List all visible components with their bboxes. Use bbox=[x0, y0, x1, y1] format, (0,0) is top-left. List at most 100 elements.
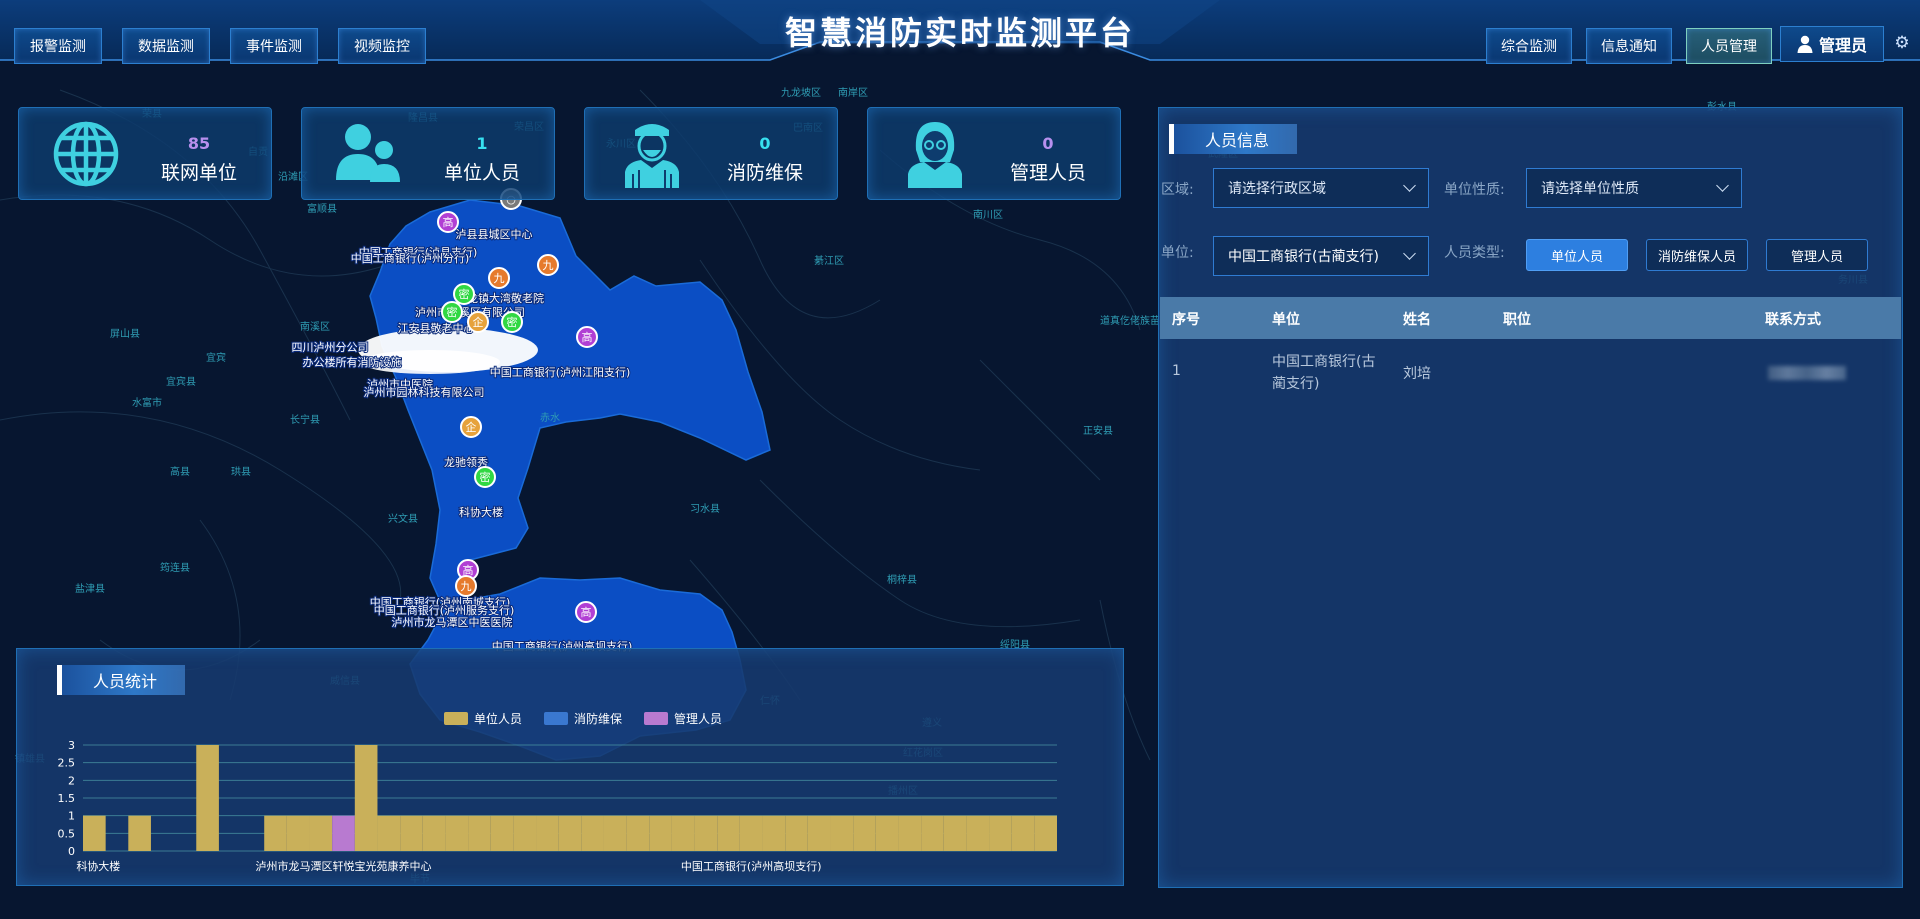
table-header: 序号 单位 姓名 职位 联系方式 bbox=[1160, 297, 1901, 339]
y-tick-label: 2 bbox=[68, 774, 75, 787]
x-tick-label: 科协大楼 bbox=[76, 859, 120, 873]
bar-单位人员[interactable] bbox=[853, 815, 876, 851]
bar-单位人员[interactable] bbox=[128, 815, 151, 851]
chevron-down-icon bbox=[1403, 247, 1416, 260]
legend-label: 管理人员 bbox=[674, 711, 722, 726]
nav-data-monitor[interactable]: 数据监测 bbox=[122, 28, 210, 64]
bar-单位人员[interactable] bbox=[581, 815, 604, 851]
chevron-down-icon bbox=[1716, 179, 1729, 192]
bar-单位人员[interactable] bbox=[354, 745, 378, 851]
cell-name: 刘培 bbox=[1403, 366, 1431, 382]
bar-单位人员[interactable] bbox=[264, 815, 287, 851]
bar-单位人员[interactable] bbox=[286, 815, 310, 851]
staff-bar-chart[interactable]: 单位人员 消防维保 管理人员 0 0.5 1 1.5 2 2.5 3 科协大楼 泸州市龙马潭区轩悦宝光… bbox=[17, 649, 1125, 887]
map-place-label: 宜宾 bbox=[206, 351, 226, 364]
bar-单位人员[interactable] bbox=[558, 815, 582, 851]
type-unit-staff-button[interactable]: 单位人员 bbox=[1526, 239, 1628, 271]
bar-单位人员[interactable] bbox=[1034, 815, 1057, 851]
region-select[interactable]: 请选择行政区域 bbox=[1213, 168, 1429, 208]
map-marker[interactable]: 密 bbox=[453, 283, 475, 305]
bar-单位人员[interactable] bbox=[536, 815, 559, 851]
map-marker[interactable]: 密 bbox=[501, 311, 523, 333]
nav-alarm-monitor[interactable]: 报警监测 bbox=[14, 28, 102, 64]
unit-select[interactable]: 中国工商银行(古蔺支行) bbox=[1213, 236, 1429, 276]
y-tick-label: 0.5 bbox=[58, 827, 76, 840]
stat-label-managers: 管理人员 bbox=[1009, 162, 1086, 184]
nav-overall-monitor[interactable]: 综合监测 bbox=[1486, 28, 1572, 64]
bar-单位人员[interactable] bbox=[309, 815, 333, 851]
bar-管理人员[interactable] bbox=[332, 815, 355, 851]
unit-nature-select[interactable]: 请选择单位性质 bbox=[1526, 168, 1742, 208]
map-marker[interactable]: 九 bbox=[488, 267, 510, 289]
nav-notifications[interactable]: 信息通知 bbox=[1586, 28, 1672, 64]
user-menu[interactable]: 管理员 bbox=[1780, 26, 1884, 62]
nav-personnel-management[interactable]: 人员管理 bbox=[1686, 28, 1772, 64]
chevron-down-icon bbox=[1403, 179, 1416, 192]
nav-event-monitor[interactable]: 事件监测 bbox=[230, 28, 318, 64]
bar-单位人员[interactable] bbox=[694, 815, 718, 851]
map-marker[interactable]: 九 bbox=[537, 254, 559, 276]
bar-单位人员[interactable] bbox=[830, 815, 854, 851]
region-label: 区域: bbox=[1161, 182, 1194, 198]
staff-stats-panel: 人员统计 单位人员 消防维保 管理人员 0 0.5 1 1.5 2 2.5 3 科协大楼 泸州市龙马潭… bbox=[16, 648, 1124, 886]
map-place-label: 水富市 bbox=[132, 396, 162, 409]
bar-单位人员[interactable] bbox=[762, 815, 786, 851]
bar-单位人员[interactable] bbox=[1011, 815, 1035, 851]
bar-单位人员[interactable] bbox=[445, 815, 469, 851]
bar-单位人员[interactable] bbox=[422, 815, 446, 851]
bar-单位人员[interactable] bbox=[807, 815, 831, 851]
map-marker[interactable]: 密 bbox=[441, 301, 463, 323]
map-place-label: 高县 bbox=[170, 465, 190, 478]
bar-单位人员[interactable] bbox=[921, 815, 944, 851]
bar-单位人员[interactable] bbox=[468, 815, 491, 851]
unit-select-value: 中国工商银行(古蔺支行) bbox=[1228, 249, 1379, 265]
map-marker[interactable]: 高 bbox=[576, 326, 598, 348]
map-place-label: 南岸区 bbox=[838, 86, 868, 99]
type-manager-button[interactable]: 管理人员 bbox=[1766, 239, 1868, 271]
bar-单位人员[interactable] bbox=[603, 815, 627, 851]
nav-video-monitor[interactable]: 视频监控 bbox=[338, 28, 426, 64]
map-place-label: 珙县 bbox=[231, 466, 251, 478]
map-place-label: 正安县 bbox=[1083, 424, 1113, 437]
map-marker[interactable]: 高 bbox=[575, 601, 597, 623]
bar-单位人员[interactable] bbox=[649, 815, 672, 851]
map-marker-label: 密 bbox=[480, 470, 491, 484]
map-marker-label: 高 bbox=[582, 330, 593, 344]
type-maintenance-button[interactable]: 消防维保人员 bbox=[1646, 239, 1748, 271]
manager-icon bbox=[908, 122, 962, 188]
bar-单位人员[interactable] bbox=[739, 815, 763, 851]
bar-单位人员[interactable] bbox=[490, 815, 514, 851]
bar-单位人员[interactable] bbox=[898, 815, 922, 851]
map-marker[interactable]: 高 bbox=[437, 211, 459, 233]
bar-单位人员[interactable] bbox=[83, 815, 106, 851]
bar-单位人员[interactable] bbox=[626, 815, 650, 851]
map-marker[interactable]: 九 bbox=[455, 575, 477, 597]
map-place-label: 富顺县 bbox=[307, 202, 337, 215]
map-marker-label: 九 bbox=[494, 272, 505, 285]
map-marker[interactable]: 企 bbox=[460, 416, 482, 438]
chart-legend: 单位人员 消防维保 管理人员 bbox=[444, 711, 722, 726]
bar-单位人员[interactable] bbox=[875, 815, 899, 851]
bar-单位人员[interactable] bbox=[196, 745, 219, 851]
bar-单位人员[interactable] bbox=[966, 815, 990, 851]
bar-单位人员[interactable] bbox=[717, 815, 740, 851]
map-place-label: 桐梓县 bbox=[887, 573, 917, 586]
bar-单位人员[interactable] bbox=[377, 815, 401, 851]
map-marker[interactable]: 企 bbox=[467, 311, 489, 333]
table-row[interactable]: 1 中国工商银行(古蔺支行) 刘培 bbox=[1160, 339, 1901, 399]
map-marker-label: 密 bbox=[459, 287, 470, 301]
bar-单位人员[interactable] bbox=[989, 815, 1012, 851]
bar-单位人员[interactable] bbox=[513, 815, 537, 851]
bar-单位人员[interactable] bbox=[943, 815, 967, 851]
cell-no: 1 bbox=[1172, 363, 1181, 379]
bar-单位人员[interactable] bbox=[400, 815, 423, 851]
col-name: 姓名 bbox=[1403, 312, 1431, 328]
map-marker-label: 企 bbox=[473, 315, 484, 329]
gear-icon[interactable]: ⚙ bbox=[1893, 34, 1911, 52]
map-marker[interactable]: 密 bbox=[474, 466, 496, 488]
worker-icon bbox=[625, 124, 679, 188]
stat-value-unit-staff: 1 bbox=[476, 134, 488, 153]
stat-card-units: 85 联网单位 bbox=[18, 107, 272, 200]
bar-单位人员[interactable] bbox=[785, 815, 808, 851]
bar-单位人员[interactable] bbox=[671, 815, 695, 851]
